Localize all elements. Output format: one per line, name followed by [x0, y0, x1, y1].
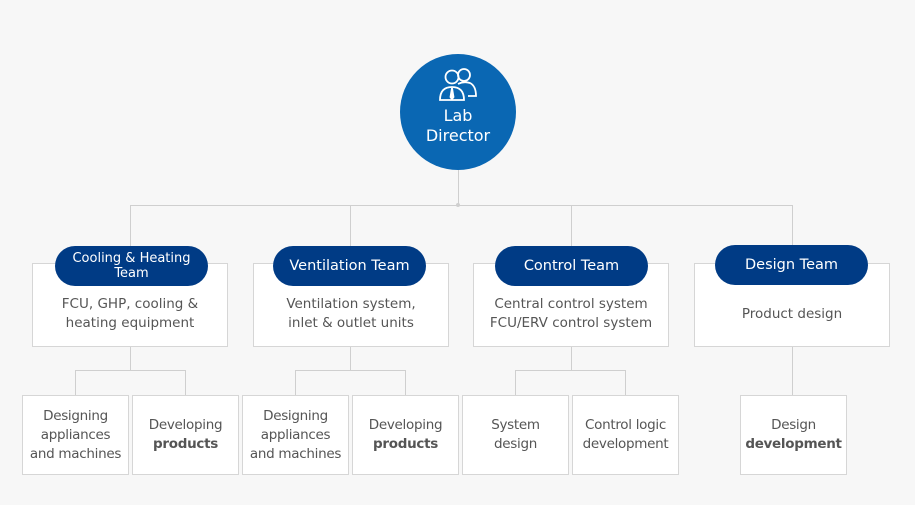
connector	[185, 370, 186, 395]
connector	[625, 370, 626, 395]
team-pill-design: Design Team	[715, 245, 868, 285]
connector	[515, 370, 626, 371]
team-description: inlet & outlet units	[288, 315, 414, 331]
team-description: FCU, GHP, cooling &	[61, 296, 199, 312]
team-pill-ventilation: Ventilation Team	[273, 246, 426, 286]
team-name: Ventilation Team	[289, 258, 410, 274]
connector	[75, 370, 76, 395]
sub-box: Designing appliances and machines	[242, 395, 349, 475]
sub-box: Developing products	[132, 395, 239, 475]
connector	[130, 346, 131, 370]
connector	[571, 346, 572, 370]
sub-text: Design	[771, 417, 816, 433]
sub-text: Designing	[263, 407, 328, 424]
sub-box: System design	[462, 395, 569, 475]
connector	[792, 205, 793, 246]
team-description: heating equipment	[65, 315, 195, 331]
sub-text: appliances	[260, 426, 331, 443]
sub-box: Design development	[740, 395, 847, 475]
sub-text: and machines	[29, 445, 122, 462]
team-pill-cooling-heating: Cooling & Heating Team	[55, 246, 208, 286]
team-name: Design Team	[745, 257, 838, 273]
sub-text: Designing	[43, 407, 108, 424]
team-description: FCU/ERV control system	[489, 315, 653, 331]
sub-text: design	[494, 436, 537, 452]
connector	[792, 346, 793, 395]
team-name: Team	[114, 266, 149, 281]
lab-director-node: Lab Director	[400, 54, 516, 170]
team-description: Ventilation system,	[286, 296, 416, 312]
director-title-line: Lab	[443, 106, 473, 125]
sub-text: and machines	[249, 445, 342, 462]
sub-text: development	[582, 436, 669, 452]
sub-text: Control logic	[585, 417, 666, 433]
people-icon	[439, 68, 477, 101]
sub-text: Developing	[368, 417, 443, 433]
sub-text: System	[491, 417, 540, 433]
team-name: Cooling & Heating	[72, 251, 191, 266]
sub-text-bold: products	[153, 436, 218, 452]
connector	[515, 370, 516, 395]
connector	[350, 346, 351, 370]
connector-dot	[456, 203, 460, 207]
sub-text-bold: products	[373, 436, 438, 452]
sub-text: Developing	[148, 417, 223, 433]
sub-box: Developing products	[352, 395, 459, 475]
director-title-line: Director	[425, 126, 491, 145]
connector	[295, 370, 406, 371]
team-name: Control Team	[523, 258, 620, 274]
sub-box: Control logic development	[572, 395, 679, 475]
connector	[405, 370, 406, 395]
connector	[130, 205, 793, 206]
sub-box: Designing appliances and machines	[22, 395, 129, 475]
connector	[130, 205, 131, 246]
team-description: Product design	[741, 305, 843, 322]
connector	[350, 205, 351, 246]
sub-text-bold: development	[745, 436, 842, 452]
connector	[571, 205, 572, 246]
team-description: Central control system	[494, 296, 648, 312]
connector	[75, 370, 186, 371]
connector	[458, 170, 459, 205]
connector	[295, 370, 296, 395]
team-pill-control: Control Team	[495, 246, 648, 286]
sub-text: appliances	[40, 426, 111, 443]
